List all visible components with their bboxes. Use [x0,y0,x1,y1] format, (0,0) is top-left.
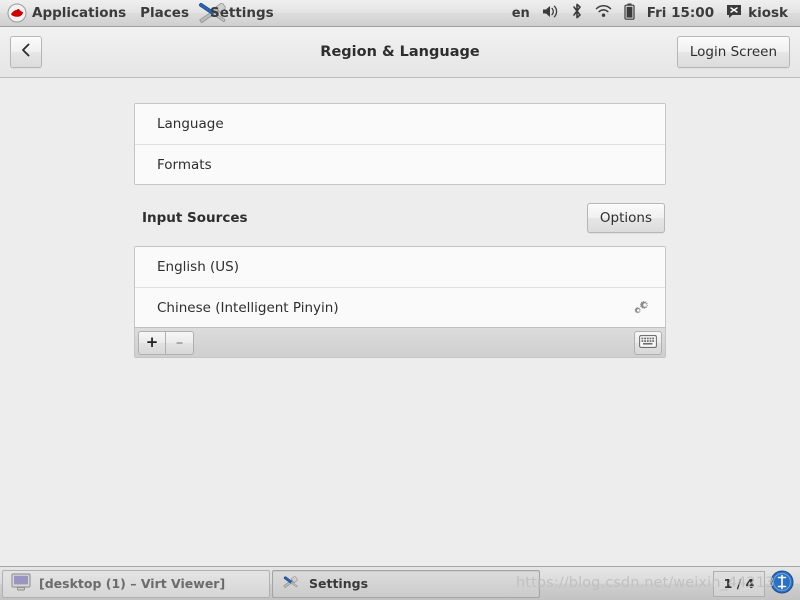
remove-input-source-button[interactable]: – [166,330,194,355]
input-source-label: Chinese (Intelligent Pinyin) [157,299,339,316]
row-language-label: Language [157,116,224,132]
wifi-icon [595,4,612,22]
chevron-left-icon [19,42,33,62]
window-headerbar: Region & Language Login Screen [0,27,800,78]
message-icon [726,4,742,23]
back-button[interactable] [10,36,42,68]
input-source-row-chinese[interactable]: Chinese (Intelligent Pinyin) [135,287,665,327]
menu-settings[interactable]: Settings [196,0,281,27]
user-menu[interactable]: kiosk [720,0,794,27]
input-sources-options-button[interactable]: Options [586,203,665,233]
task-button-settings[interactable]: Settings [272,569,540,598]
bluetooth-indicator[interactable] [565,0,589,27]
settings-content: Language Formats Input Sources Options E… [0,79,800,566]
add-input-source-button[interactable]: + [138,330,166,355]
clock[interactable]: Fri 15:00 [641,0,720,27]
keyboard-icon [639,334,657,351]
top-panel: Applications Places Settings en Fri 15:0… [0,0,800,27]
bluetooth-icon [571,3,583,23]
input-sources-title: Input Sources [142,210,248,226]
show-desktop-icon [770,570,794,597]
row-formats-label: Formats [157,156,212,173]
redhat-logo-icon [7,3,27,23]
show-desktop-button[interactable] [769,570,795,597]
region-group: Language Formats [134,103,666,185]
user-name-label: kiosk [748,5,788,21]
row-formats[interactable]: Formats [135,144,665,184]
input-sources-group: Input Sources Options English (US) Chine… [134,203,666,358]
task-button-virt-viewer[interactable]: [desktop (1) – Virt Viewer] [2,569,270,598]
task-button-label: Settings [309,576,369,591]
battery-icon [624,3,635,24]
menu-places[interactable]: Places [133,0,196,27]
clock-label: Fri 15:00 [646,5,715,21]
region-list: Language Formats [134,103,666,185]
taskbar: [desktop (1) – Virt Viewer] Settings 1 /… [0,566,800,600]
volume-indicator[interactable] [536,0,565,27]
preferences-gears-icon[interactable] [631,297,653,319]
tools-settings-icon [281,573,301,594]
add-remove-button-group: + – [138,330,194,355]
battery-indicator[interactable] [618,0,641,27]
row-language[interactable]: Language [135,104,665,144]
menu-applications[interactable]: Applications [0,0,133,27]
keyboard-layout-label: en [511,5,530,21]
taskbar-right-area: 1 / 4 [713,570,798,597]
volume-icon [542,4,559,23]
task-button-label: [desktop (1) – Virt Viewer] [39,576,226,591]
keyboard-layout-indicator[interactable]: en [506,0,536,27]
input-source-row-english[interactable]: English (US) [135,247,665,287]
keyboard-preview-button[interactable] [634,330,662,355]
input-sources-toolbar: + – [135,327,665,357]
menu-places-label: Places [140,5,189,21]
top-panel-status-area: en Fri 15:00 kiosk [506,0,800,27]
input-sources-header: Input Sources Options [134,203,666,233]
menu-applications-label: Applications [32,5,127,21]
network-indicator[interactable] [589,0,618,27]
input-source-label: English (US) [157,259,240,275]
input-sources-list: English (US) Chinese (Intelligent Pinyin… [134,246,666,358]
monitor-icon [11,573,31,594]
workspace-switcher[interactable]: 1 / 4 [713,570,765,597]
menu-settings-label: Settings [209,5,274,21]
login-screen-button[interactable]: Login Screen [676,36,790,68]
